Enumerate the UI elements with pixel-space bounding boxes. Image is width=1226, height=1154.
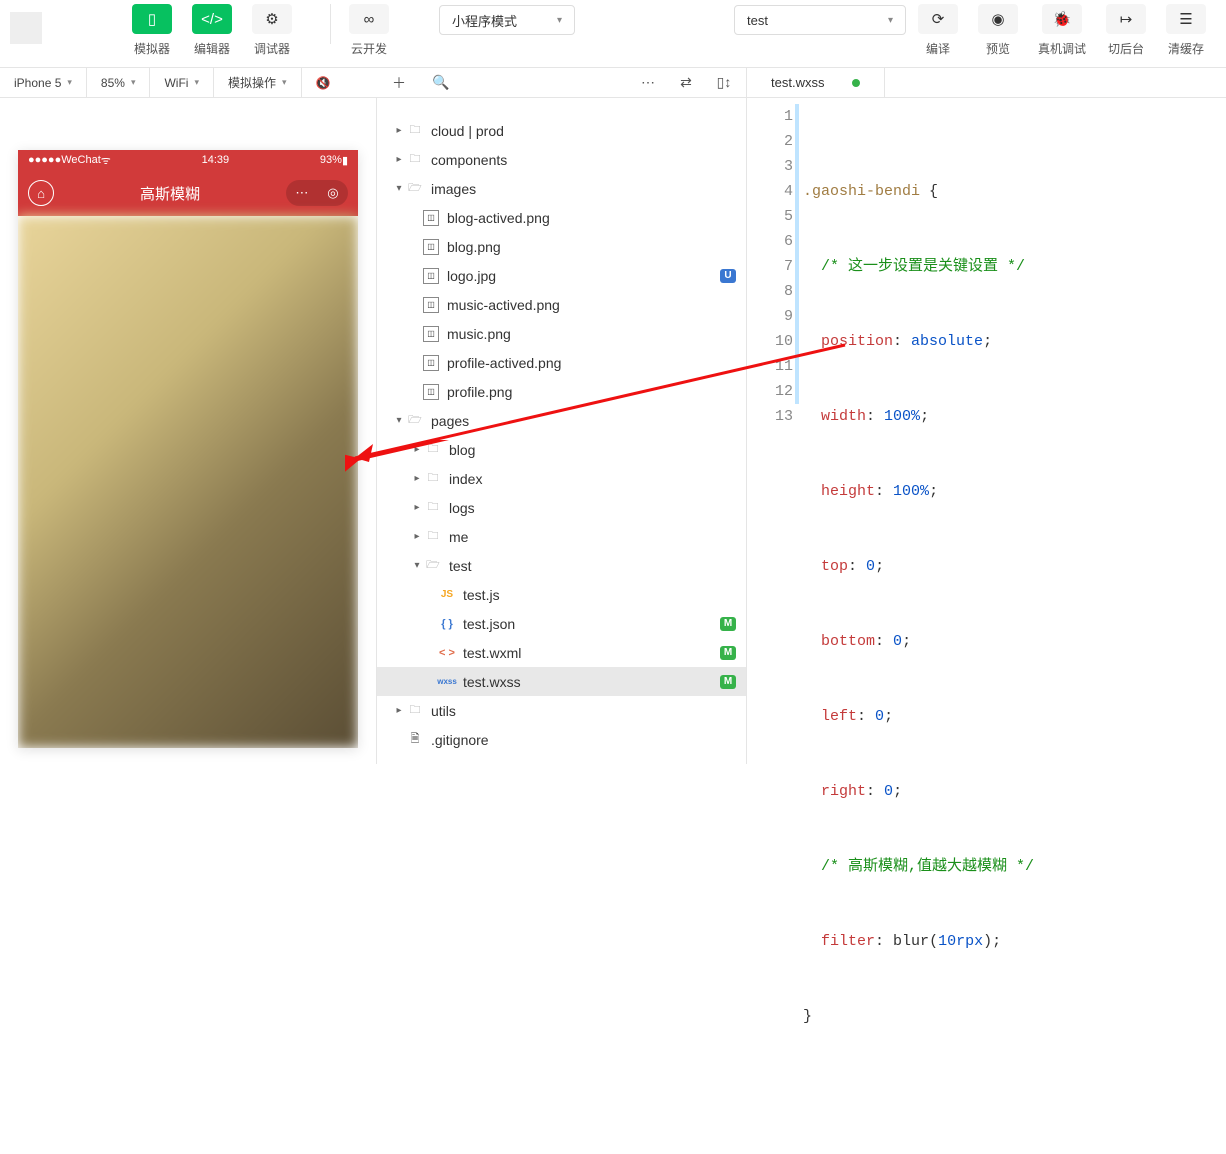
divider bbox=[330, 4, 331, 44]
compile-button[interactable]: ⟳ 编译 bbox=[918, 4, 958, 57]
collapse-button[interactable]: ⇄ bbox=[674, 71, 698, 95]
preview-button[interactable]: ◉ 预览 bbox=[978, 4, 1018, 57]
cloud-icon: ∞ bbox=[349, 4, 389, 34]
sub-toolbar: iPhone 5▾ 85%▾ WiFi▾ 模拟操作▾ 🔇 ＋ 🔍 ⋯ ⇄ ▯↕ … bbox=[0, 68, 1226, 98]
battery-icon: ▮ bbox=[342, 154, 348, 167]
status-badge: M bbox=[720, 675, 736, 689]
code-icon: </> bbox=[192, 4, 232, 34]
mode-label: 小程序模式 bbox=[452, 11, 517, 30]
preview-label: 预览 bbox=[986, 40, 1010, 57]
tree-folder-logs[interactable]: ▸🗀logs bbox=[377, 493, 746, 522]
tree-file[interactable]: ◫logo.jpgU bbox=[377, 261, 746, 290]
tree-file[interactable]: ◫profile.png bbox=[377, 377, 746, 406]
tree-file[interactable]: ◫music-actived.png bbox=[377, 290, 746, 319]
home-icon[interactable]: ⌂ bbox=[28, 180, 54, 206]
mute-button[interactable]: 🔇 bbox=[302, 68, 345, 97]
mode-select[interactable]: 小程序模式▾ bbox=[439, 4, 575, 35]
simulator-button[interactable]: ▯ 模拟器 bbox=[132, 4, 172, 57]
editor-label: 编辑器 bbox=[194, 40, 230, 57]
tree-folder-images[interactable]: ▾🗁images bbox=[377, 174, 746, 203]
split-button[interactable]: ▯↕ bbox=[712, 71, 736, 95]
tree-folder-blog[interactable]: ▸🗀blog bbox=[377, 435, 746, 464]
add-button[interactable]: ＋ bbox=[387, 71, 411, 95]
cache-button[interactable]: ☰ 清缓存 bbox=[1166, 4, 1206, 57]
simop-select[interactable]: 模拟操作▾ bbox=[214, 68, 302, 97]
tree-folder-components[interactable]: ▸🗀components bbox=[377, 145, 746, 174]
tree-file[interactable]: ◫blog.png bbox=[377, 232, 746, 261]
search-button[interactable]: 🔍 bbox=[429, 71, 453, 95]
zoom-select[interactable]: 85%▾ bbox=[87, 68, 151, 97]
cloud-button[interactable]: ∞ 云开发 bbox=[349, 4, 389, 57]
tree-folder-pages[interactable]: ▾🗁pages bbox=[377, 406, 746, 435]
eye-icon: ◉ bbox=[978, 4, 1018, 34]
tree-file[interactable]: ◫profile-actived.png bbox=[377, 348, 746, 377]
tree-folder-test[interactable]: ▾🗁test bbox=[377, 551, 746, 580]
capsule-button[interactable]: ⋯◎ bbox=[286, 180, 348, 206]
tree-folder-me[interactable]: ▸🗀me bbox=[377, 522, 746, 551]
tree-file-testjs[interactable]: JStest.js bbox=[377, 580, 746, 609]
more-button[interactable]: ⋯ bbox=[636, 71, 660, 95]
battery-label: 93% bbox=[320, 154, 342, 166]
tree-folder-cloud[interactable]: ▸🗀cloud | prod bbox=[377, 116, 746, 145]
tab-test-wxss[interactable]: test.wxss bbox=[747, 68, 885, 97]
background-button[interactable]: ↦ 切后台 bbox=[1106, 4, 1146, 57]
phone-frame: ●●●●● WeChat ᯤ 14:39 93% ▮ ⌂ 高斯模糊 ⋯◎ bbox=[18, 150, 358, 748]
phone-navbar: ⌂ 高斯模糊 ⋯◎ bbox=[18, 170, 358, 216]
status-badge: M bbox=[720, 617, 736, 631]
debugger-label: 调试器 bbox=[254, 40, 290, 57]
tree-file-testwxss[interactable]: wxsstest.wxssM bbox=[377, 667, 746, 696]
project-label: test bbox=[747, 13, 768, 28]
tree-file[interactable]: ◫music.png bbox=[377, 319, 746, 348]
status-badge: U bbox=[720, 269, 736, 283]
remote-label: 真机调试 bbox=[1038, 40, 1086, 57]
simulator-pane: ●●●●● WeChat ᯤ 14:39 93% ▮ ⌂ 高斯模糊 ⋯◎ bbox=[0, 98, 377, 764]
time-label: 14:39 bbox=[111, 154, 320, 166]
status-badge: M bbox=[720, 646, 736, 660]
background-label: 切后台 bbox=[1108, 40, 1144, 57]
editor-button[interactable]: </> 编辑器 bbox=[192, 4, 232, 57]
compile-label: 编译 bbox=[926, 40, 950, 57]
main-area: ●●●●● WeChat ᯤ 14:39 93% ▮ ⌂ 高斯模糊 ⋯◎ ▸🗀c… bbox=[0, 98, 1226, 764]
tree-file-gitignore[interactable]: 🗎.gitignore bbox=[377, 725, 746, 754]
layers-icon: ☰ bbox=[1166, 4, 1206, 34]
sliders-icon: ⚙ bbox=[252, 4, 292, 34]
file-tree: ▸🗀cloud | prod ▸🗀components ▾🗁images ◫bl… bbox=[377, 98, 747, 764]
cloud-label: 云开发 bbox=[351, 40, 387, 57]
refresh-icon: ⟳ bbox=[918, 4, 958, 34]
device-select[interactable]: iPhone 5▾ bbox=[0, 68, 87, 97]
phone-icon: ▯ bbox=[132, 4, 172, 34]
simulator-label: 模拟器 bbox=[134, 40, 170, 57]
code-content[interactable]: .gaoshi-bendi { /* 这一步设置是关键设置 */ positio… bbox=[803, 104, 1226, 764]
code-editor[interactable]: 12345678910111213 .gaoshi-bendi { /* 这一步… bbox=[747, 98, 1226, 764]
top-toolbar: ▯ 模拟器 </> 编辑器 ⚙ 调试器 ∞ 云开发 小程序模式▾ test▾ ⟳… bbox=[0, 0, 1226, 68]
project-select[interactable]: test▾ bbox=[734, 4, 906, 35]
tree-folder-index[interactable]: ▸🗀index bbox=[377, 464, 746, 493]
tree-file-testjson[interactable]: { }test.jsonM bbox=[377, 609, 746, 638]
exit-icon: ↦ bbox=[1106, 4, 1146, 34]
avatar[interactable] bbox=[10, 12, 42, 44]
bug-icon: 🐞 bbox=[1042, 4, 1082, 34]
phone-statusbar: ●●●●● WeChat ᯤ 14:39 93% ▮ bbox=[18, 150, 358, 170]
tab-label: test.wxss bbox=[771, 75, 824, 90]
debugger-button[interactable]: ⚙ 调试器 bbox=[252, 4, 292, 57]
wifi-icon: ᯤ bbox=[101, 153, 111, 168]
tree-folder-utils[interactable]: ▸🗀utils bbox=[377, 696, 746, 725]
page-title: 高斯模糊 bbox=[54, 183, 286, 204]
cache-label: 清缓存 bbox=[1168, 40, 1204, 57]
tree-file[interactable]: ◫blog-actived.png bbox=[377, 203, 746, 232]
carrier-label: WeChat bbox=[61, 154, 101, 166]
tree-file-testwxml[interactable]: < >test.wxmlM bbox=[377, 638, 746, 667]
blurred-image bbox=[18, 216, 358, 748]
remote-button[interactable]: 🐞 真机调试 bbox=[1038, 4, 1086, 57]
network-select[interactable]: WiFi▾ bbox=[150, 68, 214, 97]
modified-dot-icon bbox=[852, 79, 860, 87]
